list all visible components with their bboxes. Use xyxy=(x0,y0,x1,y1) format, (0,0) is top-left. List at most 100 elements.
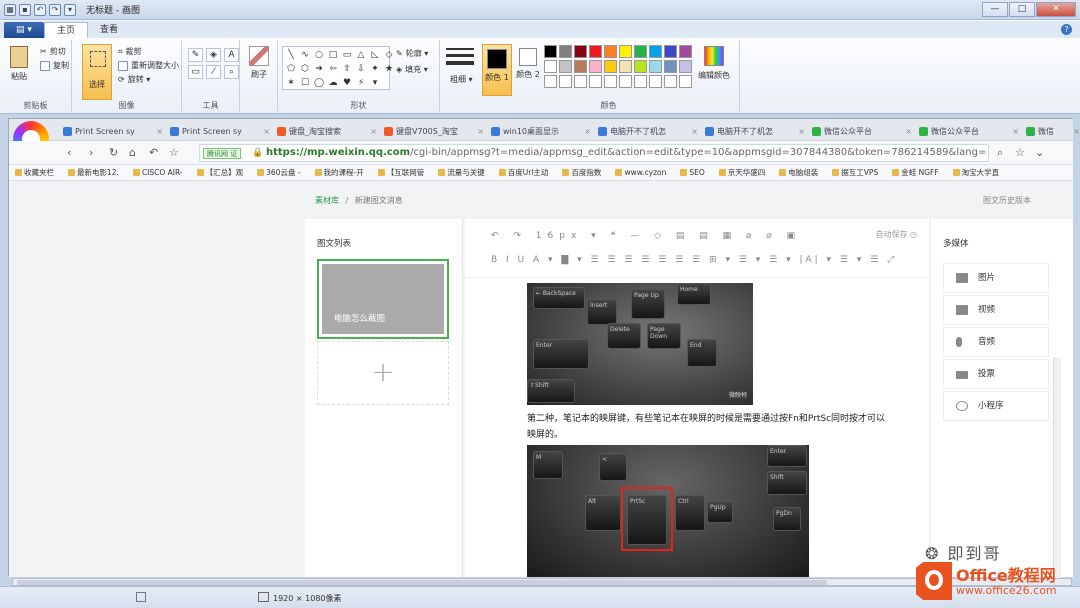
color-swatch[interactable] xyxy=(574,45,587,58)
bookmark-item[interactable]: 百度Url主动 xyxy=(499,167,549,178)
redo-icon[interactable]: ↷ xyxy=(49,3,61,16)
close-button[interactable]: ✕ xyxy=(1036,2,1076,17)
color2-button[interactable]: 颜色 2 xyxy=(515,44,541,96)
bookmark-item[interactable]: 百度指数 xyxy=(562,167,601,178)
bookmark-item[interactable]: 京天华盛四 xyxy=(719,167,766,178)
history-version-link[interactable]: 图文历史版本 xyxy=(983,195,1031,206)
color-swatch[interactable] xyxy=(634,60,647,73)
customize-dropdown-icon[interactable]: ▾ xyxy=(64,3,76,16)
outline-button[interactable]: ✎ 轮廓 ▾ xyxy=(396,48,428,59)
browser-tab[interactable]: 键盘V700S_淘宝 × xyxy=(382,122,486,141)
select-button[interactable]: 选择 xyxy=(82,44,112,100)
color-swatch[interactable] xyxy=(679,60,692,73)
add-article-button[interactable]: + xyxy=(317,341,449,405)
media-vote-button[interactable]: 投票 xyxy=(943,359,1049,389)
tab-close-icon[interactable]: × xyxy=(1012,122,1019,141)
scrollbar-thumb[interactable] xyxy=(17,580,827,585)
bookmark-item[interactable]: 我的课程-开 xyxy=(315,167,364,178)
undo-icon[interactable]: ↶ xyxy=(34,3,46,16)
paste-button[interactable]: 粘贴 xyxy=(6,46,32,82)
color-swatch[interactable] xyxy=(649,75,662,88)
keyboard-image-1[interactable]: 微映柯 ← BackSpace Insert Page Up Home Delete Pa… xyxy=(527,283,753,405)
tab-close-icon[interactable]: × xyxy=(798,122,805,141)
color1-button[interactable]: 颜色 1 xyxy=(482,44,512,96)
bookmark-item[interactable]: 据互工VPS xyxy=(832,167,878,178)
color-swatch[interactable] xyxy=(544,60,557,73)
pencil-icon[interactable]: ✎ xyxy=(188,48,203,62)
bookmark-item[interactable]: 【互联网管 xyxy=(378,167,425,178)
file-menu-button[interactable]: ▤ ▾ xyxy=(4,22,44,38)
tab-close-icon[interactable]: × xyxy=(905,122,912,141)
color-swatch[interactable] xyxy=(634,75,647,88)
cut-button[interactable]: ✂ 剪切 xyxy=(40,46,66,57)
menu-chevron-icon[interactable]: ⌄ xyxy=(1035,146,1044,159)
color-swatch[interactable] xyxy=(664,60,677,73)
browser-tab[interactable]: 电脑开不了机怎 × xyxy=(703,122,807,141)
article-card[interactable]: 电脑怎么截图 xyxy=(317,259,449,339)
url-field[interactable]: 腾讯网 证 🔒 https://mp.weixin.qq.com/cgi-bin… xyxy=(199,144,989,162)
star-icon[interactable]: ☆ xyxy=(169,146,179,159)
color-swatch[interactable] xyxy=(544,75,557,88)
forward-icon[interactable]: › xyxy=(89,146,93,159)
magnifier-icon[interactable]: ⌕ xyxy=(224,65,239,79)
tab-close-icon[interactable]: × xyxy=(691,122,698,141)
bookmark-item[interactable]: 收藏夹栏 xyxy=(15,167,54,178)
color-picker-icon[interactable]: ⁄ xyxy=(206,65,221,79)
keyboard-image-2[interactable]: Enter Shift Alt PgDn PgUp Ctrl PrtSc < M xyxy=(527,445,809,577)
color-swatch[interactable] xyxy=(544,45,557,58)
line-size-icon[interactable] xyxy=(446,48,474,68)
brushes-button[interactable]: 刷子 xyxy=(246,46,272,80)
tab-close-icon[interactable]: × xyxy=(584,122,591,141)
article-paragraph[interactable]: 第二种，笔记本的映屏键，有些笔记本在映屏的时候是需要通过按Fn和PrtSc同时按… xyxy=(527,411,887,443)
color-swatch[interactable] xyxy=(679,45,692,58)
canvas-horizontal-scrollbar[interactable] xyxy=(12,578,1072,586)
browser-tab[interactable]: win10桌面显示 × xyxy=(489,122,593,141)
bookmark-item[interactable]: SEO xyxy=(680,168,704,177)
editor-toolbar-row2[interactable]: B I U A ▾ ▇ ▾ ☰ ☰ ☰ ☰ ☰ ☰ ☰ ⊞ ▾ ☰ ▾ ☰ ▾ … xyxy=(491,255,897,265)
color-swatch[interactable] xyxy=(604,75,617,88)
tab-close-icon[interactable]: × xyxy=(370,122,377,141)
color-swatch[interactable] xyxy=(649,45,662,58)
bookmark-item[interactable]: 最新电影12. xyxy=(68,167,119,178)
browser-tab[interactable]: 电脑开不了机怎 × xyxy=(596,122,700,141)
browser-tab[interactable]: 微信公众平台 × xyxy=(810,122,914,141)
color-swatch[interactable] xyxy=(589,75,602,88)
media-video-button[interactable]: 视频 xyxy=(943,295,1049,325)
color-swatch[interactable] xyxy=(664,75,677,88)
bookmark-item[interactable]: www.cyzon xyxy=(615,168,666,177)
tab-close-icon[interactable]: × xyxy=(156,122,163,141)
search-icon[interactable]: ⌕ xyxy=(997,146,1003,160)
tab-view[interactable]: 查看 xyxy=(88,22,130,38)
color-swatch[interactable] xyxy=(679,75,692,88)
crop-button[interactable]: ⌗ 裁剪 xyxy=(118,46,142,57)
bookmark-item[interactable]: 360云盘 - xyxy=(257,167,300,178)
media-miniprogram-button[interactable]: 小程序 xyxy=(943,391,1049,421)
editor-toolbar-row1[interactable]: ↶ ↷ 16px ▾ ❝ — ◇ ▤ ▤ ▦ ⌀ ⌀ ▣ xyxy=(491,231,801,241)
color-swatch[interactable] xyxy=(559,75,572,88)
media-image-button[interactable]: 图片 xyxy=(943,263,1049,293)
help-icon[interactable]: ? xyxy=(1061,24,1072,35)
bookmark-item[interactable]: CISCO AIR- xyxy=(133,168,183,177)
maximize-button[interactable]: □ xyxy=(1009,2,1035,17)
copy-button[interactable]: 复制 xyxy=(40,60,69,71)
bookmark-item[interactable]: 电脑组装 xyxy=(779,167,818,178)
browser-tab[interactable]: Print Screen sy × xyxy=(61,122,165,141)
color-swatch[interactable] xyxy=(589,60,602,73)
color-swatch[interactable] xyxy=(619,75,632,88)
tab-close-icon[interactable]: × xyxy=(1073,122,1080,141)
color-swatch[interactable] xyxy=(664,45,677,58)
text-icon[interactable]: A xyxy=(224,48,239,62)
media-audio-button[interactable]: 音频 xyxy=(943,327,1049,357)
color-swatch[interactable] xyxy=(649,60,662,73)
favorite-icon[interactable]: ☆ xyxy=(1015,146,1025,159)
tab-home[interactable]: 主页 xyxy=(44,22,89,38)
bookmark-item[interactable]: 【汇总】观 xyxy=(197,167,244,178)
refresh-icon[interactable]: ↻ xyxy=(109,146,118,159)
color-swatch[interactable] xyxy=(589,45,602,58)
home-icon[interactable]: ⌂ xyxy=(129,146,136,159)
color-swatch[interactable] xyxy=(559,60,572,73)
browser-tab[interactable]: Print Screen sy × xyxy=(168,122,272,141)
breadcrumb-material-library[interactable]: 素材库 xyxy=(315,196,339,205)
minimize-button[interactable]: — xyxy=(982,2,1008,17)
size-button[interactable]: 粗细 ▾ xyxy=(450,74,473,85)
